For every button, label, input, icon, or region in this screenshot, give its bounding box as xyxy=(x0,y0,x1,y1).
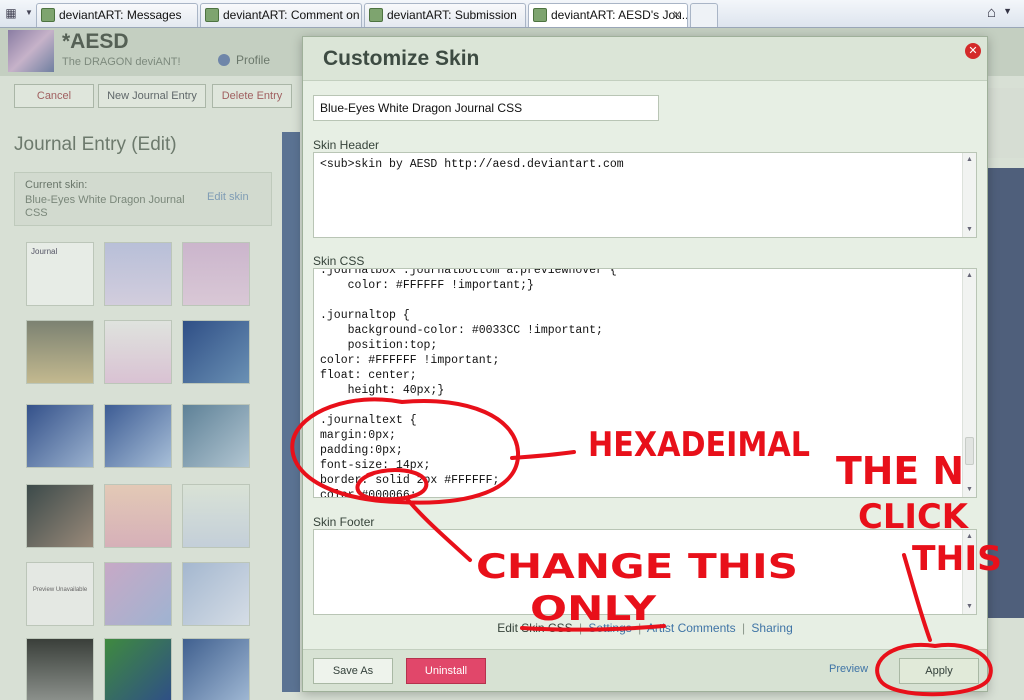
skin-thumbnail[interactable] xyxy=(26,404,94,468)
tab-comment[interactable]: deviantART: Comment on ... xyxy=(200,3,362,27)
skin-thumbnail[interactable] xyxy=(182,242,250,306)
preview-unavailable-text: Preview Unavailable xyxy=(32,587,88,593)
link-separator: | xyxy=(638,621,642,635)
cancel-button[interactable]: Cancel xyxy=(14,84,94,108)
skin-thumbnail[interactable] xyxy=(182,638,250,700)
profile-link[interactable]: Profile xyxy=(218,53,270,67)
skin-header-label: Skin Header xyxy=(313,138,380,152)
skin-footer-label: Skin Footer xyxy=(313,515,375,529)
deviantart-favicon-icon xyxy=(41,8,55,22)
profile-icon xyxy=(218,54,230,66)
save-as-button[interactable]: Save As xyxy=(313,658,393,684)
deviantart-favicon-icon xyxy=(533,8,547,22)
chevron-down-icon[interactable]: ▼ xyxy=(1003,6,1012,16)
deviantart-favicon-icon xyxy=(205,8,219,22)
skin-thumbnail[interactable] xyxy=(104,562,172,626)
skin-editor-tabs: Edit Skin CSS | Settings | Artist Commen… xyxy=(303,621,987,635)
skin-thumbnail[interactable] xyxy=(182,562,250,626)
customize-skin-dialog: Customize Skin ✕ Skin Header <sub>skin b… xyxy=(302,36,988,692)
link-separator: | xyxy=(578,621,583,635)
skin-thumbnail[interactable] xyxy=(26,484,94,548)
apply-button[interactable]: Apply xyxy=(899,658,979,684)
skin-thumbnail[interactable] xyxy=(182,404,250,468)
tab-label: deviantART: AESD's Jou... xyxy=(551,8,688,22)
skin-thumbnail[interactable]: Journal xyxy=(26,242,94,306)
scroll-up-icon[interactable]: ▲ xyxy=(963,153,976,167)
tab-sharing[interactable]: Sharing xyxy=(751,621,792,635)
tab-grid-icon[interactable]: ▦ xyxy=(3,5,19,21)
skin-thumbnail[interactable] xyxy=(182,320,250,384)
skin-header-code: <sub>skin by AESD http://aesd.deviantart… xyxy=(320,158,624,171)
scrollbar[interactable]: ▲ ▼ xyxy=(962,269,976,497)
preview-link[interactable]: Preview xyxy=(829,663,868,675)
scrollbar[interactable]: ▲ ▼ xyxy=(962,530,976,614)
tab-label: deviantART: Comment on ... xyxy=(223,8,362,22)
scroll-down-icon[interactable]: ▼ xyxy=(963,600,976,614)
new-journal-entry-button[interactable]: New Journal Entry xyxy=(98,84,206,108)
scroll-down-icon[interactable]: ▼ xyxy=(963,483,976,497)
skin-thumbnail[interactable] xyxy=(26,320,94,384)
page-right-area xyxy=(986,88,1024,158)
scroll-up-icon[interactable]: ▲ xyxy=(963,530,976,544)
user-tagline: The DRAGON deviANT! xyxy=(62,56,181,68)
tab-settings[interactable]: Settings xyxy=(588,621,631,635)
dialog-title: Customize Skin xyxy=(323,47,480,70)
tab-artist-comments[interactable]: Artist Comments xyxy=(647,621,736,635)
current-skin-label: Current skin: xyxy=(25,179,88,191)
current-skin-name: Blue-Eyes White Dragon Journal CSS xyxy=(25,194,185,219)
journal-preview-strip xyxy=(282,132,300,692)
close-icon[interactable]: ✕ xyxy=(965,43,981,59)
page-title: Journal Entry (Edit) xyxy=(14,134,177,155)
tab-list-dropdown-icon[interactable]: ▼ xyxy=(21,5,37,21)
dialog-footer: Save As Uninstall Preview Apply xyxy=(303,649,987,691)
tab-label: deviantART: Submission xyxy=(387,8,517,22)
uninstall-button[interactable]: Uninstall xyxy=(406,658,486,684)
profile-link-label: Profile xyxy=(236,53,271,67)
journal-preview-right xyxy=(986,168,1024,618)
home-icon[interactable]: ⌂ xyxy=(987,4,996,21)
scrollbar[interactable]: ▲ ▼ xyxy=(962,153,976,237)
close-tab-icon[interactable]: ✕ xyxy=(672,4,682,26)
skin-thumbnail[interactable]: Preview Unavailable xyxy=(26,562,94,626)
skin-thumbnail[interactable] xyxy=(104,242,172,306)
skin-thumbnail[interactable] xyxy=(104,320,172,384)
skin-header-textarea[interactable]: <sub>skin by AESD http://aesd.deviantart… xyxy=(313,152,977,238)
skin-footer-code xyxy=(314,530,976,538)
skin-thumbnail[interactable] xyxy=(182,484,250,548)
skin-thumbnail[interactable] xyxy=(26,638,94,700)
dialog-header: Customize Skin ✕ xyxy=(303,37,987,81)
skin-thumbnail[interactable] xyxy=(104,484,172,548)
link-separator: | xyxy=(741,621,746,635)
skin-css-code: .journalbox .journalbottom a:previewhove… xyxy=(320,268,617,498)
skin-css-label: Skin CSS xyxy=(313,254,365,268)
delete-entry-button[interactable]: Delete Entry xyxy=(212,84,292,108)
avatar[interactable] xyxy=(8,30,54,72)
scroll-up-icon[interactable]: ▲ xyxy=(963,269,976,283)
skin-name-input[interactable] xyxy=(313,95,659,121)
browser-tab-bar: ▦ ▼ deviantART: Messages deviantART: Com… xyxy=(0,0,1024,28)
tab-edit-skin-css[interactable]: Edit Skin CSS xyxy=(497,621,572,635)
deviantart-favicon-icon xyxy=(369,8,383,22)
edit-skin-link[interactable]: Edit skin xyxy=(207,191,249,203)
tab-journal-active[interactable]: deviantART: AESD's Jou... ✕ xyxy=(528,3,688,27)
skin-footer-textarea[interactable]: ▲ ▼ xyxy=(313,529,977,615)
current-skin-box: Current skin: Blue-Eyes White Dragon Jou… xyxy=(14,172,272,226)
skin-thumbnail[interactable] xyxy=(104,638,172,700)
tab-messages[interactable]: deviantART: Messages xyxy=(36,3,198,27)
scroll-thumb[interactable] xyxy=(965,437,974,465)
new-tab-button[interactable] xyxy=(690,3,718,27)
thumbnail-label: Journal xyxy=(31,247,58,256)
username[interactable]: *AESD xyxy=(62,30,129,54)
skin-thumbnail[interactable] xyxy=(104,404,172,468)
tab-label: deviantART: Messages xyxy=(59,8,182,22)
skin-css-textarea[interactable]: .journalbox .journalbottom a:previewhove… xyxy=(313,268,977,498)
scroll-down-icon[interactable]: ▼ xyxy=(963,223,976,237)
tab-submission[interactable]: deviantART: Submission xyxy=(364,3,526,27)
